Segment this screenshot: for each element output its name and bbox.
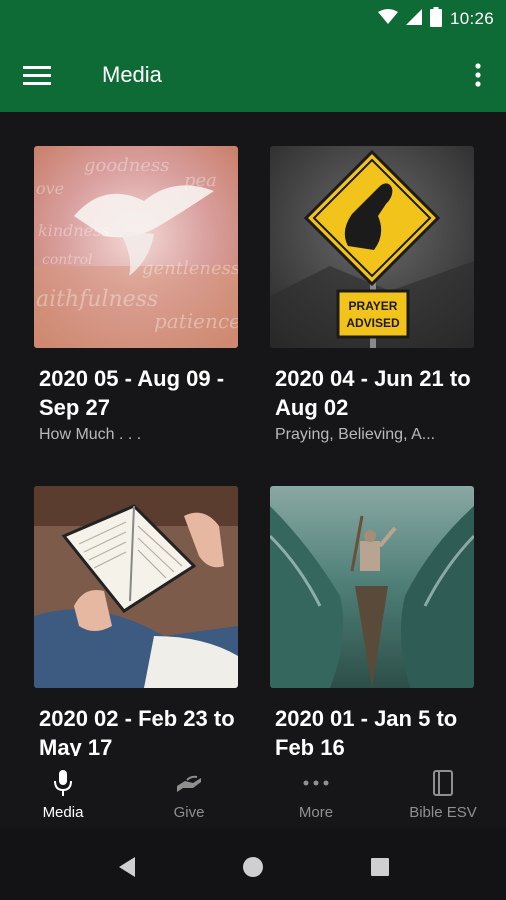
media-grid[interactable]: goodness pea ove kindness control gentle… [0, 112, 506, 756]
media-thumbnail-parting-sea[interactable] [270, 486, 474, 688]
nav-label: Media [42, 804, 84, 821]
bottom-navigation: Media Give More Bible ESV [0, 756, 506, 828]
sign-text-line2: ADVISED [346, 316, 400, 330]
status-bar: 10:26 [0, 0, 506, 38]
media-card[interactable]: 2020 02 - Feb 23 to May 17 [34, 486, 238, 756]
back-icon[interactable] [112, 852, 142, 882]
nav-label: Give [173, 804, 205, 821]
nav-label: More [298, 804, 334, 821]
bible-book-icon [428, 768, 458, 798]
more-dots-icon [301, 768, 331, 798]
status-icons: 10:26 [377, 6, 494, 32]
media-thumbnail-bible-reading[interactable] [34, 486, 238, 688]
nav-label: Bible ESV [409, 804, 477, 821]
svg-text:patience: patience [154, 309, 238, 333]
give-hand-icon [174, 768, 204, 798]
media-card-subtitle: How Much . . . [39, 426, 142, 443]
page-title: Media [102, 62, 162, 87]
nav-item-bible-esv[interactable]: Bible ESV [380, 756, 506, 828]
svg-text:goodness: goodness [84, 155, 169, 176]
media-card-title: 2020 02 - Feb 23 to May 17 [39, 706, 235, 756]
media-card-title: 2020 04 - Jun 21 to Aug 02 [275, 366, 471, 420]
svg-text:pea: pea [184, 170, 217, 191]
cell-signal-icon [405, 8, 422, 30]
microphone-icon [48, 768, 78, 798]
media-card[interactable]: PRAYER ADVISED 2020 04 - Jun 21 to Aug 0… [270, 146, 474, 444]
home-icon[interactable] [238, 852, 268, 882]
nav-item-more[interactable]: More [253, 756, 379, 828]
media-card-title: 2020 01 - Jan 5 to Feb 16 [275, 706, 458, 756]
overflow-menu-icon[interactable] [466, 58, 490, 92]
nav-item-media[interactable]: Media [0, 756, 126, 828]
system-navigation-bar [0, 828, 506, 900]
media-card-subtitle: Praying, Believing, A... [275, 426, 436, 443]
menu-icon[interactable] [20, 58, 54, 92]
svg-text:gentleness: gentleness [142, 258, 238, 279]
media-thumbnail-prayer-sign[interactable]: PRAYER ADVISED [270, 146, 474, 348]
battery-icon [429, 6, 442, 32]
nav-item-give[interactable]: Give [126, 756, 252, 828]
svg-text:kindness: kindness [38, 221, 110, 240]
status-time: 10:26 [449, 9, 494, 28]
sign-text-line1: PRAYER [349, 299, 398, 313]
media-thumbnail-dove[interactable]: goodness pea ove kindness control gentle… [34, 146, 238, 348]
wifi-icon [377, 8, 398, 30]
media-card[interactable]: 2020 01 - Jan 5 to Feb 16 [270, 486, 474, 756]
app-bar: Media [0, 38, 506, 112]
media-card-title: 2020 05 - Aug 09 - Sep 27 [39, 366, 225, 420]
svg-text:ove: ove [36, 179, 64, 198]
recents-icon[interactable] [365, 852, 395, 882]
media-card[interactable]: goodness pea ove kindness control gentle… [34, 146, 238, 444]
svg-text:aithfulness: aithfulness [36, 287, 158, 312]
svg-text:control: control [42, 252, 93, 268]
